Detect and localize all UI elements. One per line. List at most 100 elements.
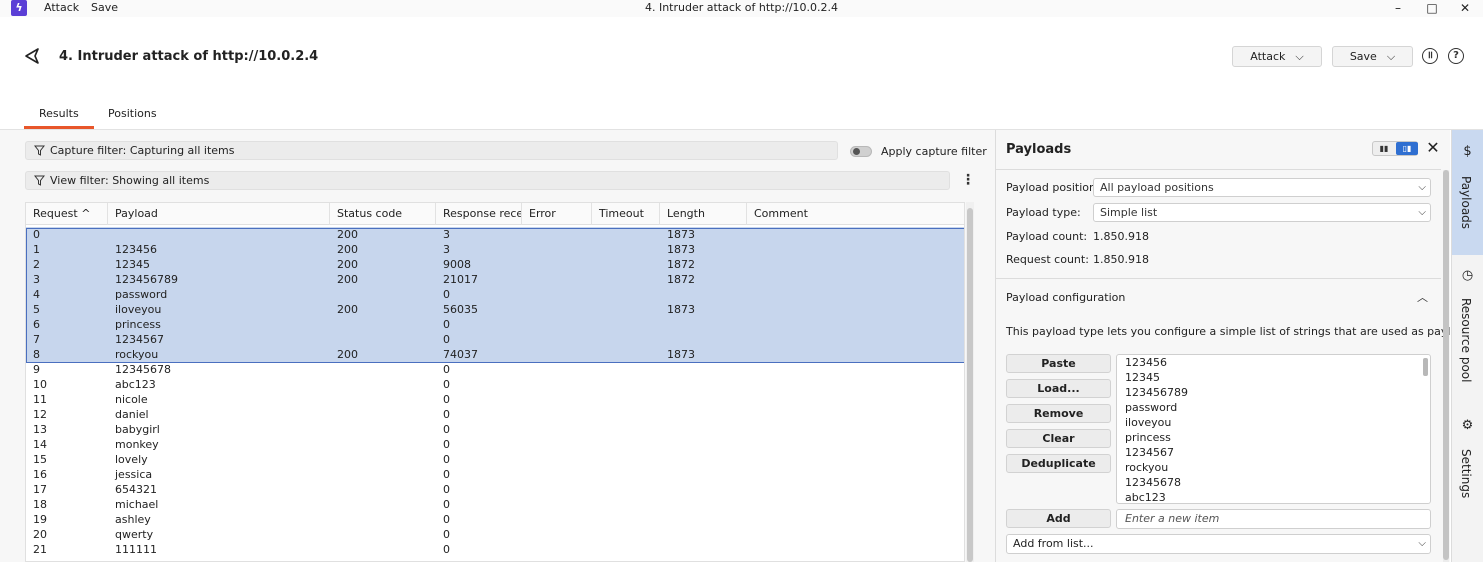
layout-toggle[interactable]: ▮▮ ▯▮ [1372,141,1418,156]
table-row[interactable]: 15 lovely 0 [26,452,964,467]
table-row[interactable]: 8 rockyou 200 74037 1873 [26,347,964,362]
column-header-comment[interactable]: Comment [747,203,964,225]
side-tab-resource-pool[interactable]: ◷ Resource pool [1452,262,1483,392]
cell-request: 6 [33,318,40,331]
add-button[interactable]: Add [1006,509,1111,528]
attack-button[interactable]: Attack ⌵ [1232,46,1322,67]
table-row[interactable]: 4 password 0 [26,287,964,302]
apply-capture-filter-toggle[interactable] [850,146,872,157]
load-button[interactable]: Load... [1006,379,1111,398]
table-row[interactable]: 13 babygirl 0 [26,422,964,437]
cell-request: 19 [33,513,47,526]
list-item[interactable]: 12345678 [1125,475,1181,490]
column-header-status-code[interactable]: Status code [330,203,436,225]
panel-divider [996,169,1441,170]
list-item[interactable]: 123456 [1125,355,1167,370]
list-item[interactable]: princess [1125,430,1171,445]
clear-button[interactable]: Clear [1006,429,1111,448]
list-item[interactable]: iloveyou [1125,415,1171,430]
table-row[interactable]: 17 654321 0 [26,482,964,497]
table-row[interactable]: 12 daniel 0 [26,407,964,422]
payload-position-select[interactable]: All payload positions ⌵ [1093,178,1431,197]
save-button[interactable]: Save ⌵ [1332,46,1413,67]
back-arrow-icon[interactable] [22,46,42,66]
side-tab-payloads[interactable]: $ Payloads [1452,130,1483,255]
payload-count-value: 1.850.918 [1093,230,1149,243]
table-row[interactable]: 14 monkey 0 [26,437,964,452]
payload-list[interactable]: 123456 12345 123456789 password iloveyou prin… [1116,354,1431,504]
minimize-icon[interactable]: – [1388,0,1408,16]
table-scrollbar-thumb[interactable] [967,208,973,562]
column-header-error[interactable]: Error [522,203,592,225]
cell-payload: 12345 [115,258,150,271]
table-row[interactable]: 7 1234567 0 [26,332,964,347]
add-from-list-select[interactable]: Add from list... ⌵ [1006,534,1431,554]
cell-payload: lovely [115,453,148,466]
more-options-icon[interactable]: ⋮ [961,172,975,188]
cell-response: 0 [443,468,450,481]
cell-payload: 654321 [115,483,157,496]
view-filter-bar[interactable]: View filter: Showing all items [25,171,950,190]
payload-type-select[interactable]: Simple list ⌵ [1093,203,1431,222]
table-row[interactable]: 21 111111 0 [26,542,964,557]
table-row[interactable]: 20 qwerty 0 [26,527,964,542]
pause-icon[interactable]: ॥ [1422,48,1438,64]
column-header-request[interactable]: Request ^ [26,203,108,225]
list-item[interactable]: 12345 [1125,370,1160,385]
table-row[interactable]: 16 jessica 0 [26,467,964,482]
table-scrollbar[interactable] [966,202,974,562]
close-icon[interactable]: ✕ [1455,0,1475,16]
column-header-payload[interactable]: Payload [108,203,330,225]
cell-status: 200 [337,303,358,316]
list-item[interactable]: 123456789 [1125,385,1188,400]
column-header-timeout[interactable]: Timeout [592,203,660,225]
table-row[interactable]: 0 200 3 1873 [26,227,964,242]
table-row[interactable]: 1 123456 200 3 1873 [26,242,964,257]
cell-request: 8 [33,348,40,361]
table-row[interactable]: 10 abc123 0 [26,377,964,392]
paste-button[interactable]: Paste [1006,354,1111,373]
table-row[interactable]: 3 123456789 200 21017 1872 [26,272,964,287]
list-item[interactable]: rockyou [1125,460,1168,475]
cell-response: 0 [443,408,450,421]
list-item[interactable]: password [1125,400,1177,415]
cell-payload: monkey [115,438,159,451]
cell-request: 7 [33,333,40,346]
cell-payload: 123456 [115,243,157,256]
cell-response: 0 [443,378,450,391]
page-title: 4. Intruder attack of http://10.0.2.4 [59,49,319,64]
chevron-up-icon[interactable]: ︿ [1417,289,1428,305]
panel-scrollbar[interactable] [1443,170,1449,562]
list-item[interactable]: 1234567 [1125,445,1174,460]
cell-response: 0 [443,513,450,526]
table-row[interactable]: 6 princess 0 [26,317,964,332]
column-header-response-received[interactable]: Response rece... [436,203,522,225]
list-item[interactable]: abc123 [1125,490,1166,503]
tab-positions[interactable]: Positions [108,107,157,120]
cell-length: 1873 [667,303,695,316]
cell-payload: princess [115,318,161,331]
remove-button[interactable]: Remove [1006,404,1111,423]
table-row[interactable]: 5 iloveyou 200 56035 1873 [26,302,964,317]
panel-scrollbar-thumb[interactable] [1443,170,1449,560]
table-row[interactable]: 2 12345 200 9008 1872 [26,257,964,272]
side-tab-settings[interactable]: ⚙ Settings [1452,412,1483,512]
cell-payload: michael [115,498,159,511]
table-row[interactable]: 11 nicole 0 [26,392,964,407]
column-header-length[interactable]: Length [660,203,747,225]
cell-request: 11 [33,393,47,406]
table-row[interactable]: 18 michael 0 [26,497,964,512]
tab-results[interactable]: Results [39,107,79,120]
table-row[interactable]: 9 12345678 0 [26,362,964,377]
close-panel-icon[interactable]: ✕ [1426,140,1440,156]
layout-stacked-icon[interactable]: ▮▮ [1374,143,1394,154]
new-item-input[interactable]: Enter a new item [1116,509,1431,529]
capture-filter-bar[interactable]: Capture filter: Capturing all items [25,141,838,160]
help-icon[interactable]: ? [1448,48,1464,64]
deduplicate-button[interactable]: Deduplicate [1006,454,1111,473]
maximize-icon[interactable]: □ [1422,0,1442,16]
payload-list-scrollbar[interactable] [1423,358,1428,376]
table-row[interactable]: 19 ashley 0 [26,512,964,527]
payload-count-label: Payload count: [1006,230,1088,243]
layout-side-by-side-icon[interactable]: ▯▮ [1396,142,1418,155]
